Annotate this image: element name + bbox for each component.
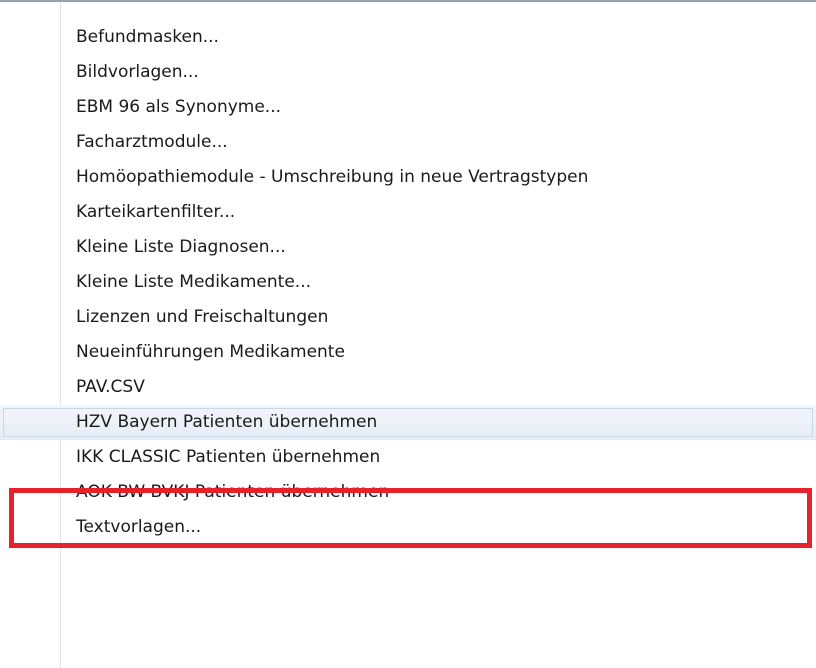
menu-item-ebm96-synonyme[interactable]: EBM 96 als Synonyme... <box>0 90 816 125</box>
menu-item-ikk-classic[interactable]: IKK CLASSIC Patienten übernehmen <box>0 440 816 475</box>
menu-item-homoeopathiemodule[interactable]: Homöopathiemodule - Umschreibung in neue… <box>0 160 816 195</box>
menu-item-kleine-liste-medikamente[interactable]: Kleine Liste Medikamente... <box>0 265 816 300</box>
menu-item-aok-bw-bvkj[interactable]: AOK BW BVKJ Patienten übernehmen <box>0 475 816 510</box>
menu-item-kleine-liste-diagnosen[interactable]: Kleine Liste Diagnosen... <box>0 230 816 265</box>
menu-item-bildvorlagen[interactable]: Bildvorlagen... <box>0 55 816 90</box>
menu-item-karteikartenfilter[interactable]: Karteikartenfilter... <box>0 195 816 230</box>
menu-item-befundmasken[interactable]: Befundmasken... <box>0 20 816 55</box>
menu-item-facharztmodule[interactable]: Facharztmodule... <box>0 125 816 160</box>
menu-item-lizenzen[interactable]: Lizenzen und Freischaltungen <box>0 300 816 335</box>
menu-items: Befundmasken... Bildvorlagen... EBM 96 a… <box>0 20 816 545</box>
context-menu: Befundmasken... Bildvorlagen... EBM 96 a… <box>0 0 816 668</box>
menu-item-neueinfuehrungen[interactable]: Neueinführungen Medikamente <box>0 335 816 370</box>
menu-item-hzv-bayern[interactable]: HZV Bayern Patienten übernehmen <box>0 405 816 440</box>
menu-item-pav-csv[interactable]: PAV.CSV <box>0 370 816 405</box>
menu-item-textvorlagen[interactable]: Textvorlagen... <box>0 510 816 545</box>
